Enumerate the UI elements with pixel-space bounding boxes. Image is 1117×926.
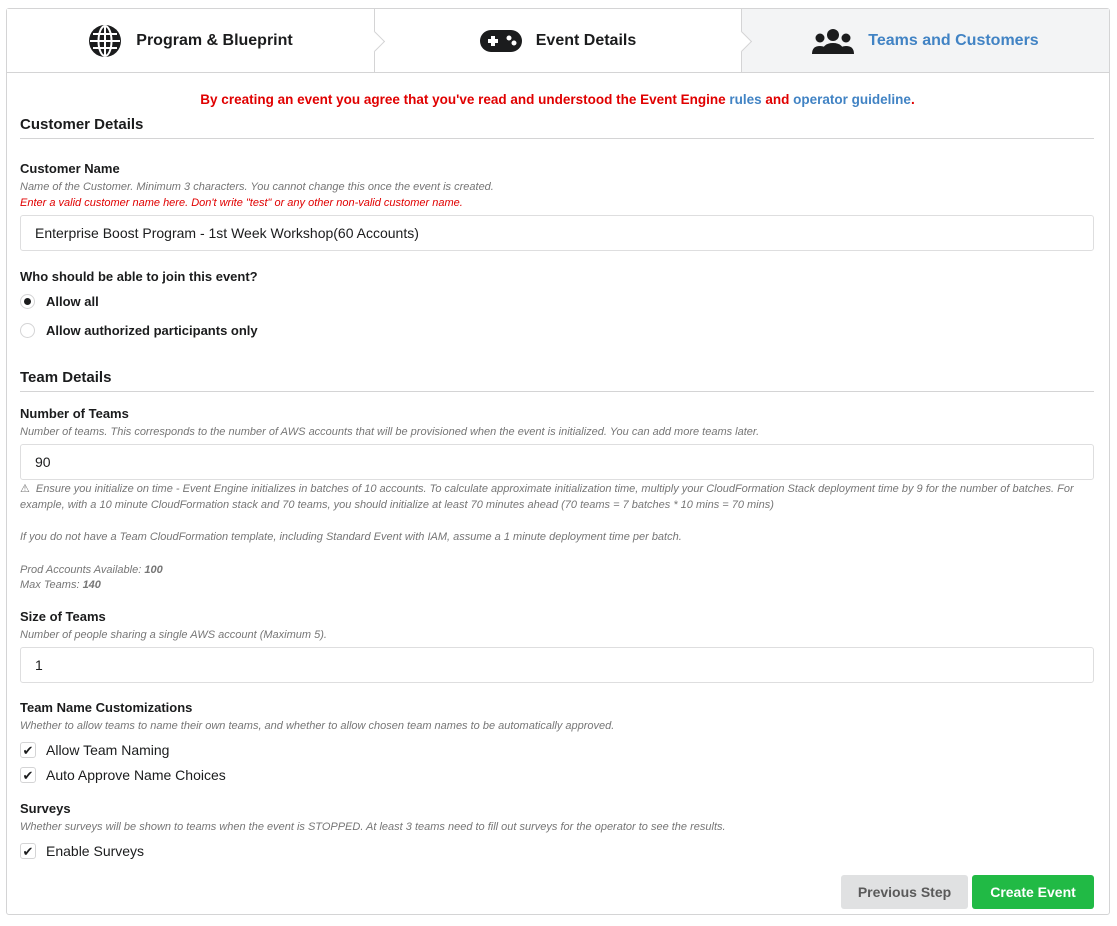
initialization-warning-text: Ensure you initialize on time - Event En… [20, 483, 1074, 511]
warning-icon: ⚠ [20, 483, 30, 495]
operator-guideline-link[interactable]: operator guideline [793, 92, 911, 107]
customer-name-warning: Enter a valid customer name here. Don't … [20, 197, 463, 209]
radio-allow-all[interactable]: Allow all [20, 294, 99, 309]
number-of-teams-input[interactable]: 90 [20, 444, 1094, 480]
step-program-blueprint[interactable]: Program & Blueprint [7, 9, 386, 72]
size-of-teams-input[interactable]: 1 [20, 647, 1094, 683]
surveys-help: Whether surveys will be shown to teams w… [20, 821, 726, 833]
max-teams-label: Max Teams: [20, 579, 83, 591]
step-label: Teams and Customers [868, 31, 1039, 49]
checkbox-allow-team-naming[interactable]: ✔ Allow Team Naming [20, 742, 169, 758]
radio-button[interactable] [20, 323, 35, 338]
agreement-suffix: . [910, 92, 915, 107]
max-teams-value: 140 [82, 579, 101, 591]
size-of-teams-label: Size of Teams [20, 609, 106, 624]
create-event-form: Program & Blueprint Event Details Teams … [6, 8, 1110, 915]
customer-name-value: Enterprise Boost Program - 1st Week Work… [35, 225, 419, 241]
rules-link[interactable]: rules [729, 92, 761, 107]
step-event-details[interactable]: Event Details [374, 9, 753, 72]
checkbox-label: Allow Team Naming [46, 742, 170, 758]
checkbox-enable-surveys[interactable]: ✔ Enable Surveys [20, 843, 144, 859]
prod-accounts-value: 100 [144, 564, 163, 576]
radio-allow-authorized[interactable]: Allow authorized participants only [20, 323, 258, 338]
radio-label: Allow authorized participants only [46, 323, 258, 338]
step-label: Program & Blueprint [136, 31, 293, 49]
prod-accounts-label: Prod Accounts Available: [20, 564, 145, 576]
radio-selected-dot [24, 298, 31, 305]
max-teams: Max Teams: 140 [20, 577, 101, 593]
team-name-customizations-label: Team Name Customizations [20, 700, 193, 715]
step-label: Event Details [535, 31, 637, 49]
checkbox-label: Enable Surveys [46, 843, 145, 859]
form-content: By creating an event you agree that you'… [20, 73, 1095, 909]
section-title-team: Team Details [20, 369, 1094, 392]
cloudformation-note: If you do not have a Team CloudFormation… [20, 531, 682, 543]
checkbox[interactable]: ✔ [20, 843, 36, 859]
gamepad-icon [479, 29, 522, 52]
create-event-button[interactable]: Create Event [972, 875, 1094, 909]
previous-step-button[interactable]: Previous Step [841, 875, 968, 909]
number-of-teams-value: 90 [35, 454, 51, 470]
customer-name-help: Name of the Customer. Minimum 3 characte… [20, 181, 494, 193]
radio-label: Allow all [46, 294, 99, 309]
checkbox[interactable]: ✔ [20, 742, 36, 758]
checkbox[interactable]: ✔ [20, 767, 36, 783]
agreement-and: and [761, 92, 794, 107]
customer-name-label: Customer Name [20, 161, 120, 176]
size-of-teams-help: Number of people sharing a single AWS ac… [20, 629, 327, 641]
section-title-customer: Customer Details [20, 116, 1094, 139]
team-name-customizations-help: Whether to allow teams to name their own… [20, 720, 615, 732]
checkmark-icon: ✔ [22, 843, 34, 859]
users-icon [812, 28, 855, 54]
checkmark-icon: ✔ [22, 742, 34, 758]
surveys-label: Surveys [20, 801, 71, 816]
number-of-teams-help: Number of teams. This corresponds to the… [20, 426, 760, 438]
prod-accounts-available: Prod Accounts Available: 100 [20, 562, 163, 578]
customer-name-input[interactable]: Enterprise Boost Program - 1st Week Work… [20, 215, 1094, 251]
join-label: Who should be able to join this event? [20, 269, 258, 284]
checkmark-icon: ✔ [22, 767, 34, 783]
step-bar: Program & Blueprint Event Details Teams … [7, 9, 1109, 73]
checkbox-label: Auto Approve Name Choices [46, 767, 226, 783]
initialization-warning: ⚠ Ensure you initialize on time - Event E… [20, 481, 1094, 513]
agreement-notice: By creating an event you agree that you'… [20, 91, 1095, 108]
size-of-teams-value: 1 [35, 657, 43, 673]
globe-icon [88, 24, 122, 58]
agreement-text: By creating an event you agree that you'… [200, 92, 730, 107]
number-of-teams-label: Number of Teams [20, 406, 129, 421]
step-teams-customers[interactable]: Teams and Customers [741, 9, 1109, 72]
radio-button[interactable] [20, 294, 35, 309]
checkbox-auto-approve-names[interactable]: ✔ Auto Approve Name Choices [20, 767, 226, 783]
